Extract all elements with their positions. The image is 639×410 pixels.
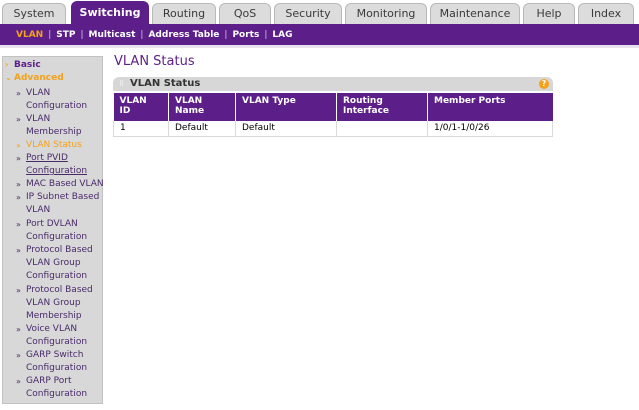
column-header-member-ports: Member Ports: [427, 93, 553, 121]
double-chevron-icon: »: [16, 246, 21, 255]
column-header-routing-interface: Routing Interface: [336, 93, 428, 121]
panel-header: ⠿ VLAN Status ?: [113, 77, 553, 91]
sidebar-item-ip-subnet-based-vlan[interactable]: » IP Subnet Based VLAN: [16, 191, 104, 217]
tab-help[interactable]: Help: [523, 3, 575, 24]
column-header-vlan-name: VLAN Name: [168, 93, 236, 121]
double-chevron-icon: »: [16, 89, 21, 98]
grip-icon: ⠿: [119, 80, 125, 88]
sidebar-item-mac-based-vlan[interactable]: » MAC Based VLAN: [16, 178, 104, 191]
page-title: VLAN Status: [114, 54, 195, 69]
top-tab-bar: System Switching Routing QoS Security Mo…: [0, 0, 639, 24]
sidebar-item-vlan-configuration[interactable]: » VLAN Configuration: [16, 87, 104, 113]
cell-routing-interface: [336, 121, 428, 137]
double-chevron-icon: »: [16, 325, 21, 334]
help-icon[interactable]: ?: [539, 79, 549, 89]
double-chevron-icon: »: [16, 193, 21, 202]
sidebar-item-port-dvlan-configuration[interactable]: » Port DVLAN Configuration: [16, 218, 104, 244]
tab-switching[interactable]: Switching: [71, 1, 149, 24]
cell-vlan-id: 1: [113, 121, 169, 137]
double-chevron-icon: »: [16, 180, 21, 189]
tab-qos[interactable]: QoS: [219, 3, 271, 24]
subnav-vlan[interactable]: VLAN: [12, 30, 47, 40]
subnav-divider: [0, 45, 639, 48]
sidebar-item-garp-port-configuration[interactable]: » GARP Port Configuration: [16, 375, 104, 401]
sidebar-basic[interactable]: › Basic: [5, 60, 41, 70]
table-row: 1 Default Default 1/0/1-1/0/26: [113, 121, 553, 137]
double-chevron-icon: »: [16, 351, 21, 360]
cell-member-ports: 1/0/1-1/0/26: [427, 121, 553, 137]
double-chevron-icon: »: [16, 141, 21, 150]
column-header-vlan-type: VLAN Type: [235, 93, 337, 121]
sidebar-item-port-pvid-configuration[interactable]: » Port PVID Configuration: [16, 152, 104, 178]
sidebar-item-garp-switch-configuration[interactable]: » GARP Switch Configuration: [16, 349, 104, 375]
subnav-lag[interactable]: LAG: [268, 30, 296, 40]
sidebar-item-vlan-status[interactable]: » VLAN Status: [16, 139, 104, 152]
double-chevron-icon: »: [16, 220, 21, 229]
tab-maintenance[interactable]: Maintenance: [430, 3, 520, 24]
subnav-multicast[interactable]: Multicast: [85, 30, 140, 40]
sidebar-item-voice-vlan-configuration[interactable]: » Voice VLAN Configuration: [16, 323, 104, 349]
cell-vlan-type: Default: [235, 121, 337, 137]
vlan-status-table: VLAN ID VLAN Name VLAN Type Routing Interfa…: [113, 93, 553, 137]
sidebar: › Basic ⌄ Advanced » VLAN Configuration » V…: [2, 56, 104, 404]
column-header-vlan-id: VLAN ID: [113, 93, 169, 121]
cell-vlan-name: Default: [168, 121, 236, 137]
double-chevron-icon: »: [16, 154, 21, 163]
double-chevron-icon: »: [16, 377, 21, 386]
sidebar-item-vlan-membership[interactable]: » VLAN Membership: [16, 113, 104, 139]
subnav-address-table[interactable]: Address Table: [144, 30, 223, 40]
chevron-right-icon: ›: [5, 60, 9, 69]
sidebar-item-protocol-based-vlan-group-configuration[interactable]: » Protocol Based VLAN Group Configuration: [16, 244, 104, 284]
sub-navigation-bar: VLAN | STP | Multicast | Address Table |…: [0, 24, 639, 45]
chevron-down-icon: ⌄: [5, 73, 12, 82]
double-chevron-icon: »: [16, 115, 21, 124]
subnav-stp[interactable]: STP: [52, 30, 79, 40]
subnav-ports[interactable]: Ports: [228, 30, 263, 40]
tab-security[interactable]: Security: [274, 3, 342, 24]
tab-index[interactable]: Index: [578, 3, 634, 24]
panel-title: VLAN Status: [130, 78, 201, 89]
tab-monitoring[interactable]: Monitoring: [345, 3, 427, 24]
table-header-row: VLAN ID VLAN Name VLAN Type Routing Interfa…: [113, 93, 553, 121]
double-chevron-icon: »: [16, 286, 21, 295]
tab-routing[interactable]: Routing: [152, 3, 216, 24]
tab-system[interactable]: System: [2, 3, 66, 24]
sidebar-advanced[interactable]: ⌄ Advanced: [5, 73, 64, 83]
sidebar-item-protocol-based-vlan-group-membership[interactable]: » Protocol Based VLAN Group Membership: [16, 284, 104, 324]
